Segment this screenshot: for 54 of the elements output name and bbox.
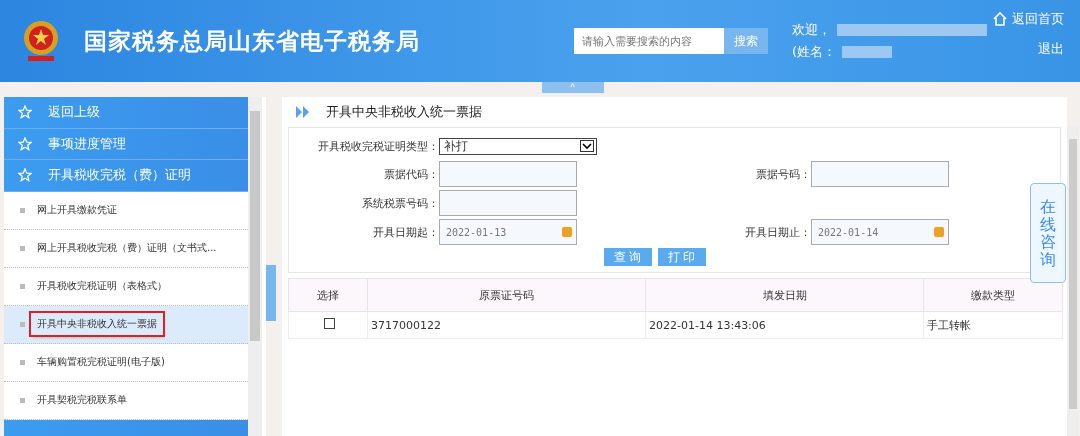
date-field[interactable]: 2022-01-14	[811, 219, 949, 245]
input-field[interactable]	[811, 161, 949, 187]
field-label: 开具日期止：	[744, 224, 811, 240]
page-title: 开具中央非税收入统一票据	[326, 103, 482, 121]
field-label: 票据代码：	[383, 166, 439, 182]
field-label: 开具税收完税证明类型：	[317, 138, 439, 154]
redacted-block	[842, 46, 893, 58]
input-field[interactable]	[439, 190, 577, 216]
home-link[interactable]: 返回首页	[992, 10, 1064, 28]
date-field[interactable]: 2022-01-13	[439, 219, 577, 245]
star-icon	[18, 136, 32, 151]
checkbox[interactable]	[323, 318, 335, 329]
table-cell: 手工转帐	[923, 311, 1063, 339]
calendar-icon	[934, 227, 944, 237]
dropdown-caret-icon	[580, 140, 594, 152]
search-button[interactable]: 搜索	[724, 28, 768, 54]
scrollbar[interactable]	[1067, 125, 1079, 436]
sidebar-item[interactable]: 开具税收完税（费）证明	[4, 160, 248, 192]
bullet-icon	[20, 359, 25, 365]
column-header: 缴款类型	[923, 278, 1063, 312]
bullet-icon	[20, 283, 25, 289]
home-icon	[992, 11, 1008, 27]
star-icon	[18, 168, 32, 183]
star-icon	[18, 105, 32, 120]
calendar-icon	[562, 227, 572, 237]
type-dropdown[interactable]: 补打	[439, 137, 597, 155]
bullet-icon	[20, 397, 25, 403]
sidebar-item[interactable]: 事项进度管理	[4, 128, 248, 160]
bullet-icon	[20, 207, 25, 213]
sidebar-item[interactable]: 返回上级	[4, 97, 248, 129]
column-header: 填发日期	[645, 278, 924, 312]
logout-link[interactable]: 退出	[1038, 40, 1064, 58]
online-consult-tab[interactable]: 在线咨询	[1030, 183, 1066, 284]
sidebar-toggle[interactable]	[266, 265, 276, 321]
welcome-text: 欢迎，	[792, 21, 831, 39]
name-label: (姓名：	[792, 43, 837, 61]
sidebar-item[interactable]: 开具中央非税收入统一票据	[4, 305, 248, 344]
table-cell: 3717000122	[367, 311, 646, 339]
site-title: 国家税务总局山东省电子税务局	[84, 26, 421, 56]
column-header: 选择	[288, 278, 368, 312]
collapse-tab[interactable]: ^	[541, 82, 604, 93]
field-label: 票据号码：	[755, 166, 811, 182]
field-label: 开具日期起：	[372, 224, 439, 240]
scrollbar[interactable]	[248, 97, 262, 436]
bullet-icon	[20, 245, 25, 251]
bullet-icon	[20, 321, 25, 327]
column-header: 原票证号码	[367, 278, 646, 312]
input-field[interactable]	[439, 161, 577, 187]
print-button[interactable]: 打 印	[657, 248, 706, 266]
table-cell: 2022-01-14 13:43:06	[645, 311, 924, 339]
query-button[interactable]: 查 询	[603, 248, 652, 266]
search-field[interactable]: 请输入需要搜索的内容	[574, 28, 724, 54]
field-label: 系统税票号码：	[361, 195, 439, 211]
double-arrow-icon	[296, 106, 310, 118]
